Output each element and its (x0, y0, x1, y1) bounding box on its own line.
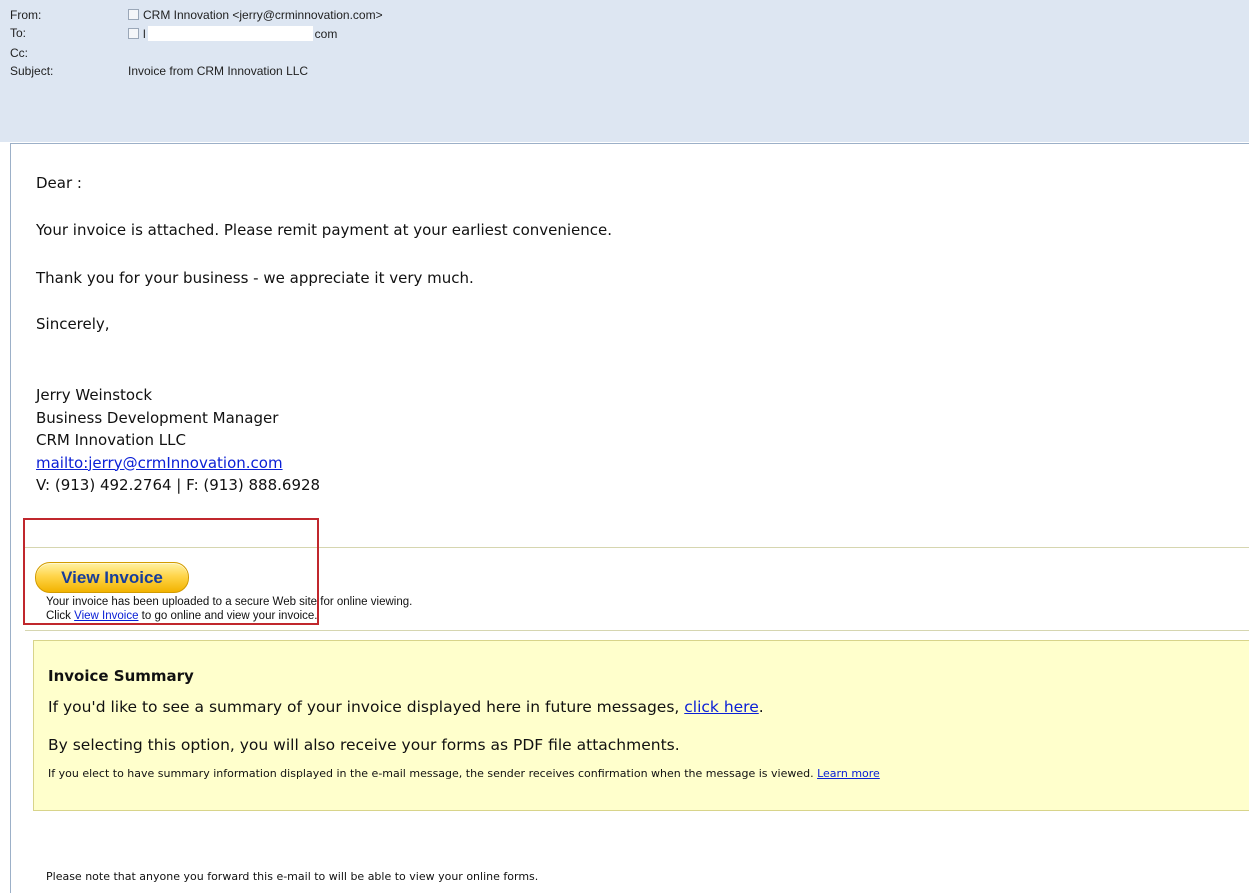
paragraph-payment: Your invoice is attached. Please remit p… (36, 221, 613, 239)
divider (25, 630, 1249, 631)
to-label: To: (10, 26, 27, 40)
message-body: Dear : Your invoice is attached. Please … (10, 143, 1249, 893)
message-header: From: CRM Innovation <jerry@crminnovatio… (0, 0, 1249, 142)
cc-label: Cc: (10, 46, 28, 60)
learn-more-link[interactable]: Learn more (817, 767, 880, 780)
signature-block: Jerry Weinstock Business Development Man… (36, 384, 320, 497)
from-value[interactable]: CRM Innovation <jerry@crminnovation.com> (128, 8, 383, 22)
greeting: Dear : (36, 174, 82, 192)
confirmation-note: If you elect to have summary information… (48, 767, 818, 780)
summary-option-lead: If you'd like to see a summary of your i… (48, 698, 685, 716)
signature-title: Business Development Manager (36, 408, 279, 427)
click-here-link[interactable]: click here (684, 698, 759, 716)
invoice-summary-title: Invoice Summary (48, 667, 194, 685)
summary-confirmation-text: If you elect to have summary information… (48, 767, 880, 780)
signature-phones: V: (913) 492.2764 | F: (913) 888.6928 (36, 476, 321, 494)
contact-status-icon (128, 9, 139, 20)
closing: Sincerely, (36, 315, 110, 333)
signature-company: CRM Innovation LLC (36, 431, 186, 449)
signature-name: Jerry Weinstock (36, 386, 153, 404)
summary-option-text: If you'd like to see a summary of your i… (48, 698, 764, 716)
from-address[interactable]: CRM Innovation <jerry@crminnovation.com> (143, 8, 383, 22)
contact-status-icon (128, 28, 139, 39)
summary-option-end: . (758, 698, 764, 716)
summary-pdf-text: By selecting this option, you will also … (48, 736, 680, 754)
forward-warning-note: Please note that anyone you forward this… (46, 870, 539, 883)
to-value[interactable]: l com (128, 26, 337, 41)
subject-value: Invoice from CRM Innovation LLC (128, 64, 309, 78)
subject-label: Subject: (10, 64, 54, 78)
from-label: From: (10, 8, 42, 22)
highlight-box (23, 518, 319, 625)
paragraph-thanks: Thank you for your business - we appreci… (36, 269, 474, 287)
signature-email-link[interactable]: mailto:jerry@crmInnovation.com (36, 454, 283, 472)
to-address-prefix: l (143, 27, 146, 41)
invoice-summary-panel: Invoice Summary If you'd like to see a s… (33, 640, 1249, 811)
to-address-suffix: com (314, 27, 338, 41)
redacted-region (147, 26, 313, 41)
